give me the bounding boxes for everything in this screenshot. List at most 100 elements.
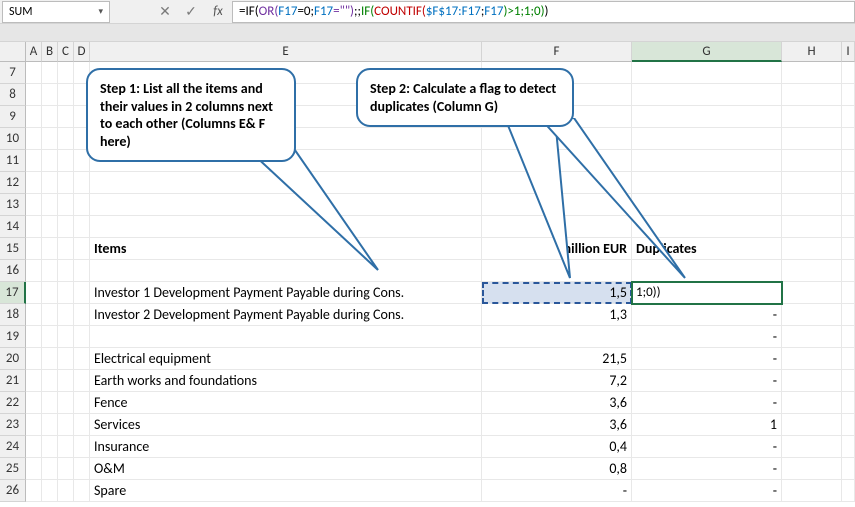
- cell[interactable]: [782, 282, 842, 304]
- header-items[interactable]: Items: [90, 238, 482, 260]
- cell[interactable]: [26, 260, 42, 282]
- cell[interactable]: [74, 216, 90, 238]
- cell[interactable]: [58, 238, 74, 260]
- cell[interactable]: [26, 326, 42, 348]
- cell[interactable]: [74, 172, 90, 194]
- cell[interactable]: [482, 216, 632, 238]
- cell-item[interactable]: Insurance: [90, 436, 482, 458]
- header-duplicates[interactable]: Duplicates: [632, 238, 782, 260]
- cell[interactable]: [42, 150, 58, 172]
- cell[interactable]: [842, 194, 855, 216]
- cell[interactable]: [632, 216, 782, 238]
- cell[interactable]: [42, 128, 58, 150]
- cell[interactable]: [26, 238, 42, 260]
- cell[interactable]: [42, 370, 58, 392]
- cell[interactable]: [42, 304, 58, 326]
- cell[interactable]: [90, 172, 482, 194]
- cell[interactable]: [42, 260, 58, 282]
- row-header[interactable]: 25: [0, 458, 26, 480]
- cell-dup[interactable]: -: [632, 304, 782, 326]
- cell-item[interactable]: [90, 326, 482, 348]
- row-header[interactable]: 24: [0, 436, 26, 458]
- cell[interactable]: [632, 128, 782, 150]
- cell[interactable]: [74, 260, 90, 282]
- cell[interactable]: [42, 480, 58, 502]
- cell[interactable]: [42, 458, 58, 480]
- cell-dup[interactable]: -: [632, 348, 782, 370]
- col-header-C[interactable]: C: [58, 42, 74, 62]
- cell[interactable]: [58, 194, 74, 216]
- cell[interactable]: [782, 194, 842, 216]
- cell[interactable]: [782, 370, 842, 392]
- row-header[interactable]: 20: [0, 348, 26, 370]
- cell-dup[interactable]: -: [632, 458, 782, 480]
- name-box[interactable]: SUM ▾: [2, 1, 110, 23]
- cell[interactable]: [842, 326, 855, 348]
- cell[interactable]: [842, 370, 855, 392]
- cell[interactable]: [42, 106, 58, 128]
- cell[interactable]: [58, 84, 74, 106]
- cell[interactable]: [482, 150, 632, 172]
- cell[interactable]: [782, 172, 842, 194]
- cell[interactable]: [58, 150, 74, 172]
- cell-item[interactable]: Fence: [90, 392, 482, 414]
- cell[interactable]: [42, 414, 58, 436]
- cell[interactable]: [58, 304, 74, 326]
- cell[interactable]: [90, 216, 482, 238]
- cell[interactable]: [74, 348, 90, 370]
- cell-val[interactable]: 3,6: [482, 392, 632, 414]
- cell[interactable]: [42, 392, 58, 414]
- cell[interactable]: [26, 106, 42, 128]
- cell[interactable]: [58, 392, 74, 414]
- cell[interactable]: [26, 62, 42, 84]
- fx-label[interactable]: fx: [204, 4, 232, 19]
- cell[interactable]: [842, 436, 855, 458]
- row-header[interactable]: 22: [0, 392, 26, 414]
- cell[interactable]: [782, 106, 842, 128]
- cell-val[interactable]: 21,5: [482, 348, 632, 370]
- cell[interactable]: [842, 84, 855, 106]
- cell-val[interactable]: 3,6: [482, 414, 632, 436]
- cell[interactable]: [782, 304, 842, 326]
- cell[interactable]: [782, 458, 842, 480]
- cell[interactable]: [90, 194, 482, 216]
- row-header[interactable]: 15: [0, 238, 26, 260]
- cell-item[interactable]: Services: [90, 414, 482, 436]
- cell[interactable]: [782, 480, 842, 502]
- cell[interactable]: [42, 436, 58, 458]
- enter-formula-button[interactable]: ✓: [178, 1, 204, 23]
- cell[interactable]: [782, 216, 842, 238]
- cell-item[interactable]: Investor 1 Development Payment Payable d…: [90, 282, 482, 304]
- row-header[interactable]: 19: [0, 326, 26, 348]
- cell[interactable]: [482, 260, 632, 282]
- row-header[interactable]: 23: [0, 414, 26, 436]
- cell[interactable]: [26, 216, 42, 238]
- cell[interactable]: [42, 194, 58, 216]
- cell[interactable]: [632, 62, 782, 84]
- cell[interactable]: [58, 480, 74, 502]
- cell[interactable]: [842, 238, 855, 260]
- cell[interactable]: [26, 436, 42, 458]
- cell[interactable]: [842, 260, 855, 282]
- col-header-B[interactable]: B: [42, 42, 58, 62]
- cell-dup[interactable]: -: [632, 480, 782, 502]
- cell[interactable]: [74, 326, 90, 348]
- cell-item[interactable]: Electrical equipment: [90, 348, 482, 370]
- col-header-E[interactable]: E: [90, 42, 482, 62]
- cell[interactable]: [58, 106, 74, 128]
- cell[interactable]: [74, 238, 90, 260]
- cell-val[interactable]: 1,3: [482, 304, 632, 326]
- cell[interactable]: [632, 172, 782, 194]
- cell[interactable]: [26, 150, 42, 172]
- cell[interactable]: [26, 392, 42, 414]
- cell[interactable]: [58, 414, 74, 436]
- row-header[interactable]: 17: [0, 282, 26, 304]
- cell[interactable]: [842, 392, 855, 414]
- formula-input[interactable]: =IF(OR(F17=0;F17="");;IF(COUNTIF($F$17:F…: [232, 1, 855, 23]
- cell[interactable]: [842, 282, 855, 304]
- cell[interactable]: [58, 216, 74, 238]
- cell-val[interactable]: 0,4: [482, 436, 632, 458]
- cell[interactable]: [842, 128, 855, 150]
- cell[interactable]: [26, 84, 42, 106]
- cell[interactable]: [26, 414, 42, 436]
